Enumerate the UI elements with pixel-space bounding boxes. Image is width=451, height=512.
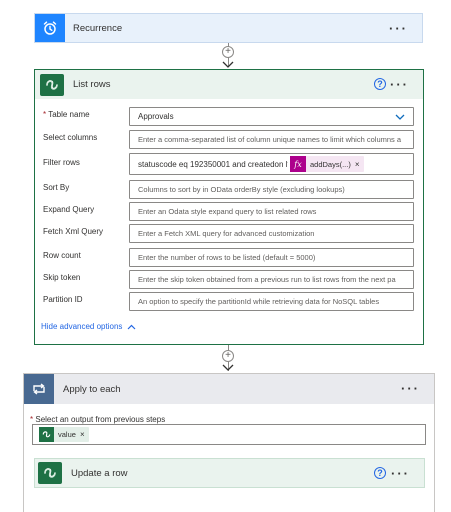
help-icon[interactable]: ? (374, 467, 386, 479)
recurrence-card[interactable]: Recurrence ··· (34, 13, 423, 43)
expand-query-label: Expand Query (43, 205, 95, 214)
arrow-down-icon (222, 61, 234, 68)
update-row-more-button[interactable]: ··· (391, 466, 410, 481)
loop-icon (33, 383, 45, 395)
list-rows-more-button[interactable]: ··· (390, 77, 409, 92)
fetch-xml-input[interactable]: Enter a Fetch XML query for advanced cus… (129, 224, 414, 243)
apply-to-each-title: Apply to each (63, 383, 121, 395)
recurrence-more-button[interactable]: ··· (389, 21, 408, 36)
dataverse-icon-tile (40, 73, 64, 96)
dataverse-icon (44, 468, 56, 478)
sort-by-label: Sort By (43, 183, 70, 192)
dataverse-token-icon (39, 427, 54, 442)
help-icon[interactable]: ? (374, 78, 386, 90)
form-row-filter-rows: Filter rows statuscode eq 192350001 and … (35, 153, 423, 177)
list-rows-card: List rows ? ··· * Table name Approvals S… (34, 69, 424, 345)
required-marker: * (43, 110, 47, 119)
apply-to-each-header[interactable]: Apply to each ··· (24, 374, 434, 404)
dataverse-icon-tile (38, 462, 62, 484)
partition-id-input[interactable]: An option to specify the partitionId whi… (129, 292, 414, 311)
form-row-fetch-xml: Fetch Xml Query Enter a Fetch XML query … (35, 224, 423, 245)
output-label: * Select an output from previous steps (30, 415, 165, 424)
dataverse-icon (46, 79, 58, 90)
skip-token-label: Skip token (43, 273, 81, 282)
filter-rows-input[interactable]: statuscode eq 192350001 and createdon lt… (129, 153, 414, 175)
output-label-text: Select an output from previous steps (35, 415, 166, 424)
value-token-label: value (58, 430, 76, 439)
add-step-button[interactable]: + (222, 46, 234, 58)
alarm-clock-icon (43, 21, 57, 35)
function-icon: fx (290, 156, 306, 172)
apply-to-each-more-button[interactable]: ··· (401, 381, 420, 396)
value-token[interactable]: value × (39, 427, 89, 442)
list-rows-title: List rows (73, 79, 111, 90)
form-row-row-count: Row count Enter the number of rows to be… (35, 248, 423, 269)
table-name-value: Approvals (138, 112, 174, 121)
recurrence-title: Recurrence (73, 22, 123, 34)
expression-token[interactable]: fx addDays(...) × (290, 156, 364, 172)
update-row-title: Update a row (71, 467, 128, 479)
recurrence-icon-tile (35, 14, 65, 42)
select-columns-input[interactable]: Enter a comma-separated list of column u… (129, 130, 414, 149)
partition-id-label: Partition ID (43, 295, 83, 304)
row-count-input[interactable]: Enter the number of rows to be listed (d… (129, 248, 414, 267)
filter-rows-label: Filter rows (43, 158, 80, 167)
chevron-down-icon (395, 114, 405, 120)
form-row-select-columns: Select columns Enter a comma-separated l… (35, 130, 423, 151)
output-input[interactable]: value × (32, 424, 426, 445)
table-name-label-text: Table name (48, 110, 90, 119)
select-columns-label: Select columns (43, 133, 98, 142)
sort-by-input[interactable]: Columns to sort by in OData orderBy styl… (129, 180, 414, 199)
apply-to-each-card: Apply to each ··· * Select an output fro… (23, 373, 435, 512)
dataverse-icon (42, 431, 51, 438)
skip-token-input[interactable]: Enter the skip token obtained from a pre… (129, 270, 414, 289)
hide-advanced-options-link[interactable]: Hide advanced options (41, 322, 136, 331)
expression-token-label: addDays(...) (310, 159, 351, 169)
form-row-skip-token: Skip token Enter the skip token obtained… (35, 270, 423, 291)
expand-query-input[interactable]: Enter an Odata style expand query to lis… (129, 202, 414, 221)
update-row-card[interactable]: Update a row ? ··· (34, 458, 425, 488)
form-row-expand-query: Expand Query Enter an Odata style expand… (35, 202, 423, 223)
arrow-down-icon (222, 364, 234, 371)
add-step-button[interactable]: + (222, 350, 234, 362)
token-remove-button[interactable]: × (355, 160, 364, 169)
chevron-up-icon (127, 324, 136, 329)
required-marker: * (30, 415, 34, 424)
row-count-label: Row count (43, 251, 81, 260)
form-row-partition-id: Partition ID An option to specify the pa… (35, 292, 423, 313)
form-row-sort-by: Sort By Columns to sort by in OData orde… (35, 180, 423, 201)
filter-rows-value: statuscode eq 192350001 and createdon lt (138, 159, 288, 169)
form-row-table-name: * Table name Approvals (35, 107, 423, 128)
table-name-select[interactable]: Approvals (129, 107, 414, 126)
advanced-options-label: Hide advanced options (41, 322, 123, 331)
list-rows-header[interactable]: List rows ? ··· (35, 70, 423, 99)
loop-icon-tile (24, 374, 54, 404)
table-name-label: * Table name (43, 110, 90, 119)
fetch-xml-label: Fetch Xml Query (43, 227, 104, 236)
token-remove-button[interactable]: × (80, 430, 89, 439)
